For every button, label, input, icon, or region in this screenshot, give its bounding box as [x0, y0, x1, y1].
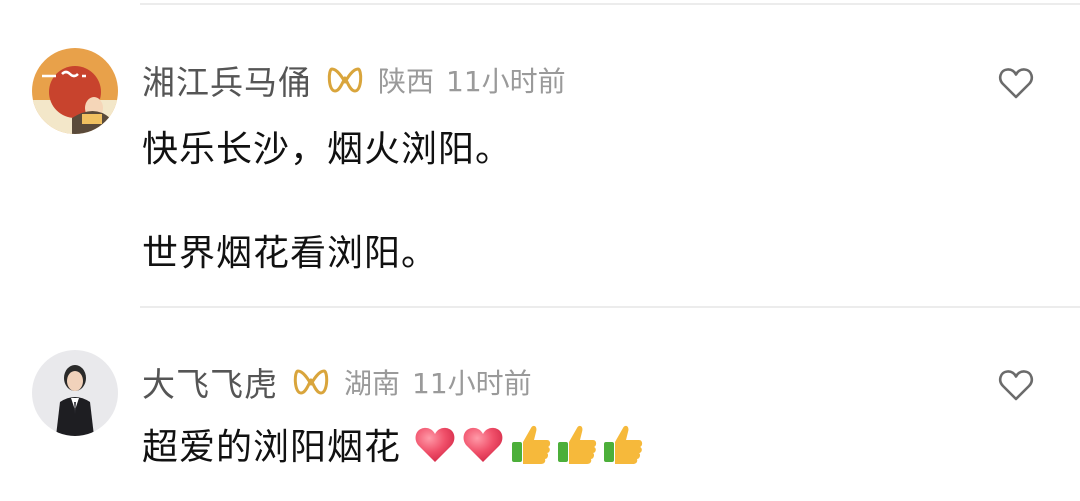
comment-text-line: 超爱的浏阳烟花: [142, 418, 647, 470]
comment-item: 湘江兵马俑 陕西 11小时前 快乐长沙，烟火浏阳。 世界烟花看浏阳。: [0, 38, 1080, 298]
divider-top: [140, 3, 1080, 5]
username[interactable]: 大飞飞虎: [142, 358, 278, 406]
comment-header: 湘江兵马俑 陕西 11小时前: [142, 58, 566, 102]
thumbs-up-icon: [512, 425, 551, 464]
divider: [140, 306, 1080, 308]
heart-outline-icon[interactable]: [998, 66, 1034, 100]
vip-icon: [327, 67, 363, 93]
emoji-row: [413, 422, 647, 466]
avatar-image: [32, 48, 118, 134]
comment-text-line: 世界烟花看浏阳。: [142, 233, 439, 274]
comment-header: 大飞飞虎 湖南 11小时前: [142, 360, 532, 404]
comment-item: 大飞飞虎 湖南 11小时前 超爱的浏阳烟花: [0, 340, 1080, 500]
thumbs-up-icon: [604, 425, 643, 464]
location-label: 陕西: [378, 65, 435, 98]
avatar[interactable]: [32, 48, 118, 134]
timestamp: 11小时前: [412, 367, 532, 400]
avatar-image: [32, 350, 118, 436]
heart-outline-icon[interactable]: [998, 368, 1034, 402]
red-heart-icon: [463, 427, 503, 462]
vip-icon: [293, 369, 329, 395]
location-label: 湖南: [344, 367, 401, 400]
comment-text: 超爱的浏阳烟花: [142, 427, 402, 468]
timestamp: 11小时前: [446, 65, 566, 98]
comment-text-line: 快乐长沙，烟火浏阳。: [142, 129, 513, 170]
thumbs-up-icon: [558, 425, 597, 464]
red-heart-icon: [415, 427, 455, 462]
avatar[interactable]: [32, 350, 118, 436]
username[interactable]: 湘江兵马俑: [142, 56, 312, 104]
